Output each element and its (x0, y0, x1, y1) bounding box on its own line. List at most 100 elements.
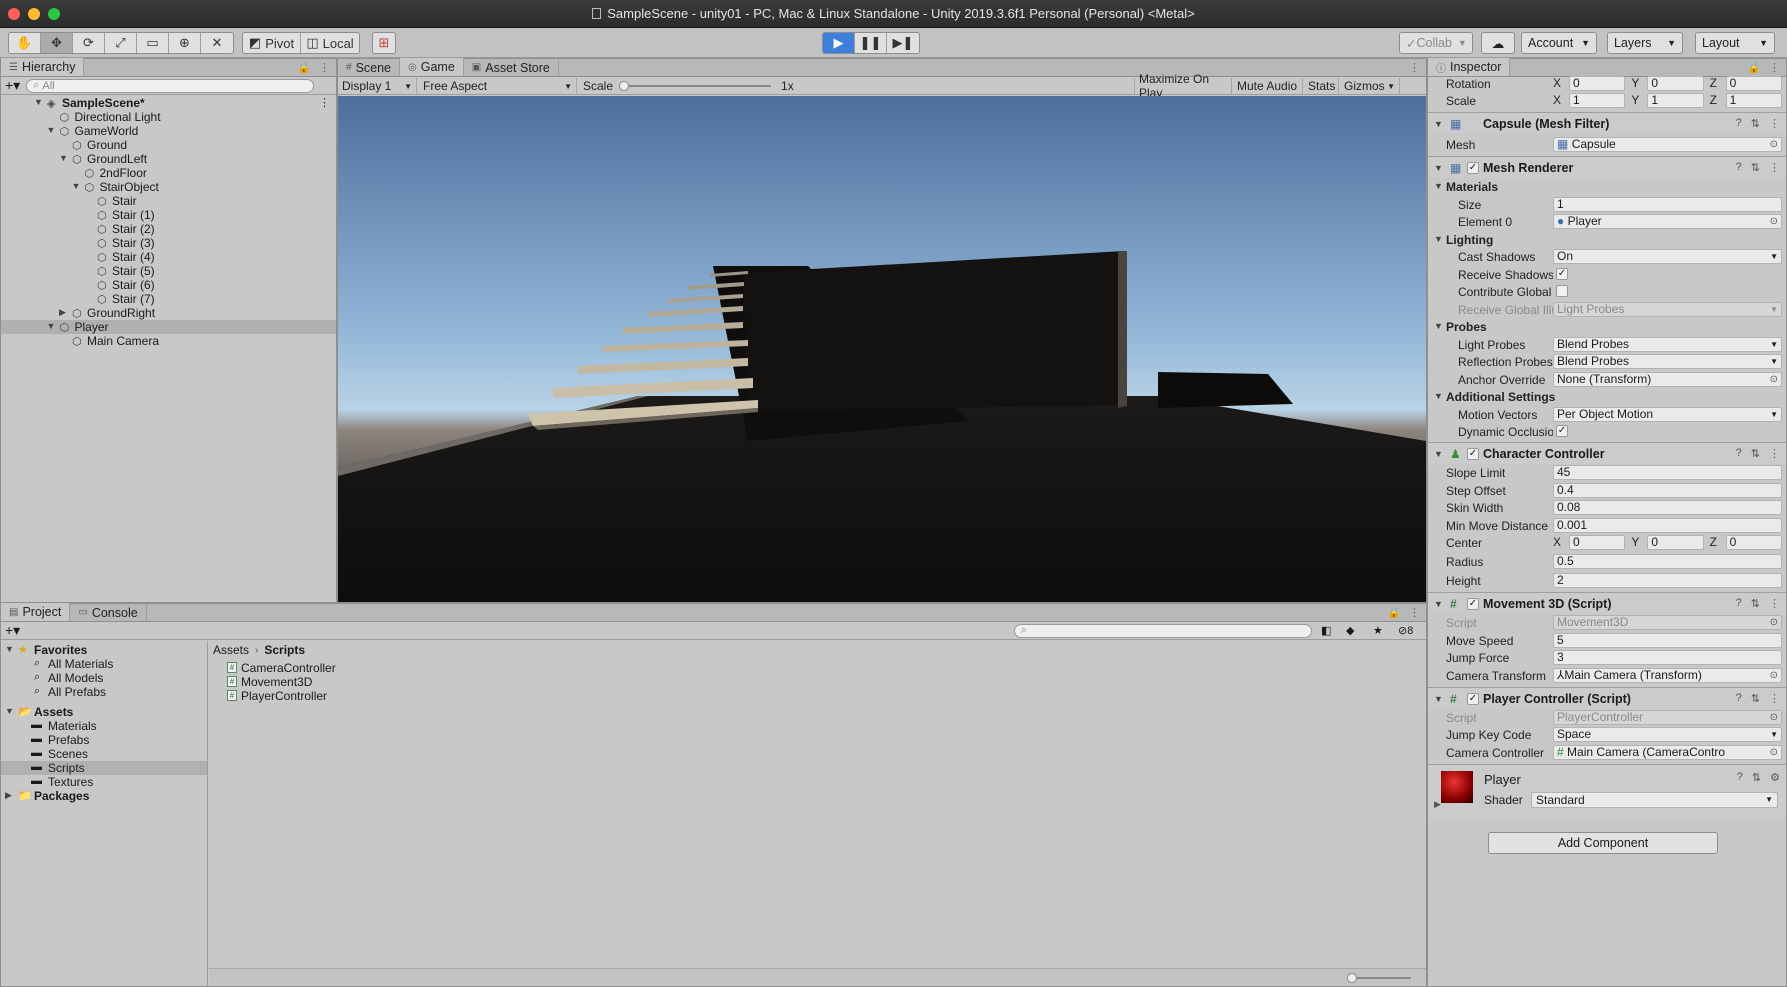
custom-tool-icon[interactable]: ✕ (201, 33, 233, 53)
cloud-button[interactable]: ☁ (1481, 32, 1515, 54)
expand-arrow-icon[interactable]: ▼ (47, 321, 56, 331)
help-icon[interactable]: ? (1736, 597, 1742, 610)
transform-tool-icon[interactable]: ⊕ (169, 33, 201, 53)
more-options-icon[interactable]: ⋮ (319, 61, 330, 74)
center-z-field[interactable]: 0 (1725, 535, 1782, 550)
object-picker-icon[interactable]: ⊙ (1770, 373, 1778, 386)
materials-section[interactable]: ▼ Materials (1428, 178, 1786, 196)
help-icon[interactable]: ? (1737, 771, 1743, 784)
size-field[interactable]: 1 (1553, 196, 1782, 212)
preset-icon[interactable]: ⇅ (1751, 597, 1760, 610)
tab-scene[interactable]: # Scene (338, 59, 401, 76)
expand-arrow-icon[interactable]: ▼ (34, 97, 43, 107)
component-menu-icon[interactable]: ⋮ (1769, 161, 1780, 174)
preset-icon[interactable]: ⇅ (1751, 161, 1760, 174)
motion-vectors-dropdown[interactable]: Per Object Motion ▼ (1553, 406, 1782, 422)
rotation-z-field[interactable]: 0 (1725, 76, 1782, 91)
step-button[interactable]: ▶❚ (887, 33, 919, 53)
height-field[interactable]: 2 (1553, 573, 1782, 588)
jump-force-field[interactable]: 3 (1553, 650, 1782, 665)
object-picker-icon[interactable]: ⊙ (1770, 669, 1778, 682)
hierarchy-item[interactable]: ⬡ Directional Light (1, 110, 336, 124)
project-search-input[interactable]: ⌕ (1014, 623, 1312, 638)
mesh-renderer-enabled-checkbox[interactable]: ✓ (1467, 162, 1479, 174)
more-options-icon[interactable]: ⋮ (1769, 61, 1780, 74)
asset-folder-item[interactable]: ▬ Scripts (1, 761, 207, 775)
tab-inspector[interactable]: ⓘ Inspector (1428, 58, 1511, 76)
contribute-gi-checkbox[interactable] (1556, 285, 1568, 297)
movement3d-enabled-checkbox[interactable]: ✓ (1467, 598, 1479, 610)
hierarchy-item[interactable]: ▼ ◈ SampleScene* ⋮ (1, 96, 336, 110)
help-icon[interactable]: ? (1736, 161, 1742, 174)
hierarchy-item[interactable]: ⬡ Stair (3) (1, 236, 336, 250)
rotation-x-field[interactable]: 0 (1569, 76, 1626, 91)
min-move-distance-field[interactable]: 0.001 (1553, 517, 1782, 533)
light-probes-dropdown[interactable]: Blend Probes ▼ (1553, 336, 1782, 352)
tab-hierarchy[interactable]: ☰ Hierarchy (1, 58, 85, 76)
preset-icon[interactable]: ⇅ (1752, 771, 1761, 784)
lighting-section[interactable]: ▼ Lighting (1428, 231, 1786, 249)
scale-slider[interactable] (619, 81, 772, 91)
scale-slider-handle[interactable] (619, 81, 630, 91)
lock-icon[interactable]: 🔒 (1387, 606, 1401, 619)
breadcrumb-assets[interactable]: Assets (213, 643, 249, 657)
expand-arrow-icon[interactable]: ▼ (59, 153, 68, 163)
stats-toggle[interactable]: Stats (1304, 78, 1339, 94)
expand-arrow-icon[interactable]: ▶ (1434, 799, 1441, 810)
favorite-star-icon[interactable]: ★ (1373, 624, 1383, 637)
hand-tool-icon[interactable]: ✋ (9, 33, 41, 53)
dynamic-occlusion-checkbox[interactable]: ✓ (1556, 425, 1568, 437)
move-tool-icon[interactable]: ✥ (41, 33, 73, 53)
grid-snap-icon[interactable]: ⊞ (373, 33, 395, 53)
collapse-arrow-icon[interactable]: ▶ (59, 307, 66, 318)
hierarchy-search-input[interactable]: ⌕ All (26, 78, 315, 93)
expand-arrow-icon[interactable]: ▼ (72, 181, 81, 191)
packages-row[interactable]: ▶ 📁 Packages (1, 789, 207, 803)
asset-folder-item[interactable]: ▬ Prefabs (1, 733, 207, 747)
asset-folder-item[interactable]: ▬ Textures (1, 775, 207, 789)
filter-type-icon[interactable]: ◧ (1321, 624, 1331, 637)
layout-dropdown[interactable]: Layout ▼ (1695, 32, 1775, 54)
more-options-icon[interactable]: ⋮ (1409, 61, 1420, 74)
help-icon[interactable]: ? (1736, 692, 1742, 705)
rect-tool-icon[interactable]: ▭ (137, 33, 169, 53)
tab-game[interactable]: ◎ Game (400, 58, 464, 76)
object-picker-icon[interactable]: ⊙ (1770, 138, 1778, 151)
cast-shadows-dropdown[interactable]: On ▼ (1553, 249, 1782, 264)
player-controller-header[interactable]: ▼ # ✓ Player Controller (Script) ? ⇅ ⋮ (1428, 686, 1786, 709)
component-menu-icon[interactable]: ⋮ (1769, 597, 1780, 610)
preset-icon[interactable]: ⇅ (1751, 447, 1760, 460)
shader-dropdown[interactable]: Standard ▼ (1531, 791, 1778, 808)
hierarchy-item[interactable]: ⬡ Stair (6) (1, 278, 336, 292)
mesh-field[interactable]: ▦ Capsule ⊙ (1553, 137, 1782, 152)
favorites-row[interactable]: ▼ ★ Favorites (1, 643, 207, 657)
asset-folder-item[interactable]: ▬ Materials (1, 719, 207, 733)
assets-row[interactable]: ▼ 📂 Assets (1, 705, 207, 719)
reflection-probes-dropdown[interactable]: Blend Probes ▼ (1553, 354, 1782, 369)
mesh-filter-header[interactable]: ▼ ▦ Capsule (Mesh Filter) ? ⇅ ⋮ (1428, 112, 1786, 134)
object-picker-icon[interactable]: ⊙ (1770, 746, 1778, 759)
help-icon[interactable]: ? (1736, 117, 1742, 130)
preset-icon[interactable]: ⇅ (1751, 117, 1760, 130)
additional-settings-section[interactable]: ▼ Additional Settings (1428, 388, 1786, 406)
probes-section[interactable]: ▼ Probes (1428, 318, 1786, 336)
game-viewport[interactable] (338, 96, 1426, 602)
center-y-field[interactable]: 0 (1647, 535, 1704, 550)
center-x-field[interactable]: 0 (1569, 535, 1626, 550)
pause-button[interactable]: ❚❚ (855, 33, 887, 53)
create-button[interactable]: +▾ (5, 77, 20, 94)
character-controller-enabled-checkbox[interactable]: ✓ (1467, 448, 1479, 460)
play-button[interactable]: ▶ (823, 33, 855, 53)
camera-transform-field[interactable]: ⅄Main Camera (Transform) ⊙ (1553, 667, 1782, 683)
hierarchy-item[interactable]: ▼ ⬡ StairObject (1, 180, 336, 194)
move-speed-field[interactable]: 5 (1553, 632, 1782, 648)
scale-x-field[interactable]: 1 (1569, 93, 1626, 108)
hierarchy-item[interactable]: ⬡ 2ndFloor (1, 166, 336, 180)
lock-icon[interactable]: 🔒 (1747, 61, 1761, 74)
tab-project[interactable]: ▤ Project (1, 603, 71, 621)
radius-field[interactable]: 0.5 (1553, 554, 1782, 569)
player-controller-enabled-checkbox[interactable]: ✓ (1467, 692, 1479, 705)
add-component-button[interactable]: Add Component (1488, 831, 1718, 854)
hierarchy-item[interactable]: ⬡ Stair (1, 194, 336, 208)
tab-asset-store[interactable]: ▣ Asset Store (464, 59, 559, 76)
